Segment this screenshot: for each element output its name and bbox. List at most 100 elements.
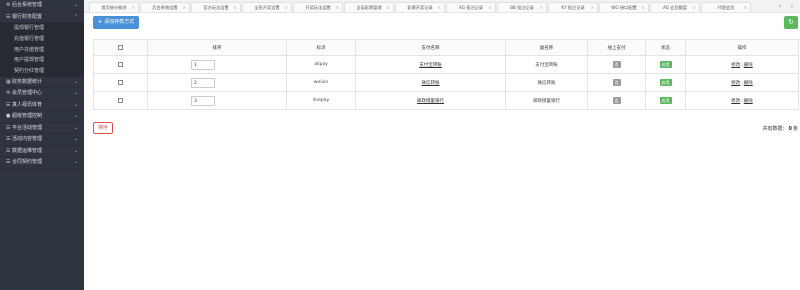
- edit-link[interactable]: 修改: [731, 81, 740, 86]
- column-header-sort: 排序: [147, 39, 287, 56]
- online-pay-badge: 否: [612, 79, 621, 86]
- table-footer: 排序 共有数据：0条: [93, 122, 798, 135]
- close-icon[interactable]: ×: [284, 3, 288, 12]
- tab-wg-config[interactable]: WG 接口配置 ×: [599, 2, 649, 12]
- tab-agent-members[interactable]: 代理会员 ×: [701, 2, 751, 12]
- edit-link[interactable]: 修改: [731, 63, 740, 68]
- tab-label: KY 投注记录: [561, 5, 585, 10]
- table-header-row: 排序 标识 支付名称 副名称 线上支付 状态 操作: [93, 39, 799, 56]
- chevron-down-icon: ⌄: [73, 2, 78, 8]
- select-all-cell: [93, 39, 148, 56]
- tab-home-stats[interactable]: 首页统计概述 ×: [89, 2, 139, 12]
- close-icon[interactable]: ×: [743, 3, 747, 12]
- chevron-down-icon: ⌄: [73, 113, 78, 120]
- sidebar-item-contract[interactable]: ☰ 合同契约管理 ⌄: [0, 157, 84, 169]
- tab-label: 官方玩法设置: [203, 5, 229, 10]
- sidebar-item-member-center[interactable]: ✲ 会员管理中心 ⌄: [0, 88, 84, 100]
- tab-system-settings[interactable]: 后台系统设置 ×: [140, 2, 190, 12]
- sidebar-item-label: 真人视讯体育: [12, 101, 43, 108]
- total-prefix: 共有数据：: [762, 126, 788, 132]
- sort-button[interactable]: 排序: [93, 122, 114, 134]
- sidebar-subitem-user-withdraw[interactable]: 用户提现管理: [0, 55, 84, 66]
- tab-next-icon[interactable]: ›: [786, 2, 798, 12]
- tab-ky-bets[interactable]: KY 投注记录 ×: [548, 2, 598, 12]
- close-icon[interactable]: ×: [182, 3, 186, 12]
- tab-bb-bets[interactable]: BB 投注记录 ×: [497, 2, 547, 12]
- submenu-bank-finance: 提现银行管理 充值银行管理 用户充值管理 用户提现管理 契约分红管理: [0, 23, 84, 77]
- edit-link[interactable]: 修改: [731, 99, 740, 104]
- add-deposit-method-button[interactable]: + 添加存款方式: [93, 16, 140, 29]
- sidebar-item-label: 后台系统管理: [12, 2, 43, 8]
- sidebar-item-label: 财务数据统计: [12, 78, 43, 85]
- sidebar: ⚙ 后台系统管理 ⌄ ☰ 银行财务配置 ⌃ 提现银行管理 充值银行管理 用户充值管理…: [0, 0, 84, 290]
- pay-name-link[interactable]: 支付宝转账: [419, 63, 442, 68]
- tab-ag-bets[interactable]: AG 投注记录 ×: [446, 2, 496, 12]
- tab-lottery-mgmt[interactable]: 全局彩票管理 ×: [344, 2, 394, 12]
- tab-label: 后台系统设置: [152, 5, 178, 10]
- deposit-methods-table: 排序 标识 支付名称 副名称 线上支付 状态 操作 1 alipay 支付宝转账…: [93, 39, 799, 110]
- sidebar-subitem-contract-dividend[interactable]: 契约分红管理: [0, 66, 84, 77]
- delete-link[interactable]: 删除: [744, 81, 753, 86]
- close-icon[interactable]: ×: [692, 3, 696, 12]
- tab-lottery-records[interactable]: 彩票开奖记录 ×: [395, 2, 445, 12]
- tab-draw-play[interactable]: 开奖玩法设置 ×: [293, 2, 343, 12]
- code-cell: weixin: [286, 73, 356, 92]
- sort-order-input[interactable]: 3: [191, 95, 215, 106]
- tab-label: AG 投注记录: [458, 5, 484, 10]
- tab-label: 全民开奖设置: [254, 5, 280, 10]
- sidebar-item-bank-finance[interactable]: ☰ 银行财务配置 ⌃: [0, 12, 84, 23]
- code-cell: linepay: [286, 91, 356, 110]
- plus-icon: +: [98, 19, 103, 25]
- sidebar-item-platform-events[interactable]: ☰ 平台活动管理 ⌄: [0, 123, 84, 135]
- close-icon[interactable]: ×: [335, 3, 339, 12]
- close-icon[interactable]: ×: [131, 3, 135, 12]
- sidebar-subitem-deposit-bank[interactable]: 充值银行管理: [0, 34, 84, 45]
- tab-label: 代理会员: [717, 5, 735, 10]
- close-icon[interactable]: ×: [437, 3, 441, 12]
- sort-order-input[interactable]: 2: [191, 77, 215, 88]
- sidebar-item-live-sports[interactable]: ☰ 真人视讯体育 ⌄: [0, 100, 84, 112]
- close-icon[interactable]: ×: [386, 3, 390, 12]
- sidebar-item-label: 会员管理中心: [12, 90, 43, 97]
- pay-name-link[interactable]: 邮政储蓄银行: [417, 99, 444, 104]
- tab-official-play[interactable]: 官方玩法设置 ×: [191, 2, 241, 12]
- sidebar-subitem-user-deposit[interactable]: 用户充值管理: [0, 45, 84, 56]
- row-checkbox[interactable]: [118, 61, 123, 67]
- sidebar-item-data-ops[interactable]: ☰ 数据运维管理 ⌄: [0, 146, 84, 158]
- chevron-down-icon: ⌄: [73, 78, 78, 85]
- close-icon[interactable]: ×: [539, 3, 543, 12]
- close-icon[interactable]: ×: [233, 3, 237, 12]
- code-cell: alipay: [286, 55, 356, 74]
- row-checkbox[interactable]: [118, 79, 123, 85]
- chevron-down-icon: ⌄: [73, 159, 78, 166]
- tab-prev-icon[interactable]: ‹: [774, 2, 786, 12]
- sidebar-item-system-admin[interactable]: ⚙ 后台系统管理 ⌄: [0, 0, 84, 12]
- total-count-value: 0: [788, 126, 792, 132]
- sidebar-item-event-content[interactable]: ☰ 活动内容管理 ⌄: [0, 134, 84, 146]
- sort-order-input[interactable]: 1: [191, 59, 215, 70]
- op-separator: |: [741, 80, 743, 86]
- column-header-pay-name: 支付名称: [355, 39, 506, 56]
- column-header-status: 状态: [645, 39, 686, 56]
- close-icon[interactable]: ×: [641, 3, 645, 12]
- sidebar-subitem-withdraw-bank[interactable]: 提现银行管理: [0, 23, 84, 34]
- sidebar-item-finance-stats[interactable]: ▦财务数据统计 ⌄: [0, 77, 84, 89]
- delete-link[interactable]: 删除: [744, 99, 753, 104]
- sidebar-item-super-admin[interactable]: ● 超级管理控制 ⌄: [0, 111, 84, 123]
- column-header-alias: 副名称: [505, 39, 588, 56]
- op-separator: |: [741, 62, 743, 68]
- tab-draw-settings[interactable]: 全民开奖设置 ×: [242, 2, 292, 12]
- close-icon[interactable]: ×: [590, 3, 594, 12]
- delete-link[interactable]: 删除: [744, 63, 753, 68]
- chevron-down-icon: ⌄: [73, 101, 78, 108]
- tab-ag-member-quota[interactable]: AG 会员额度 ×: [650, 2, 700, 12]
- refresh-button[interactable]: ↻: [784, 16, 798, 29]
- sidebar-item-label: 平台活动管理: [12, 124, 43, 131]
- pay-name-link[interactable]: 微信转账: [422, 81, 440, 86]
- select-all-checkbox[interactable]: [118, 44, 123, 50]
- chevron-down-icon: ⌄: [73, 147, 78, 154]
- column-header-actions: 操作: [685, 39, 799, 56]
- row-checkbox[interactable]: [118, 97, 123, 103]
- close-icon[interactable]: ×: [488, 3, 492, 12]
- tab-bar: 首页统计概述 × 后台系统设置 × 官方玩法设置 × 全民开奖设置 × 开奖玩法设置 × …: [84, 0, 800, 13]
